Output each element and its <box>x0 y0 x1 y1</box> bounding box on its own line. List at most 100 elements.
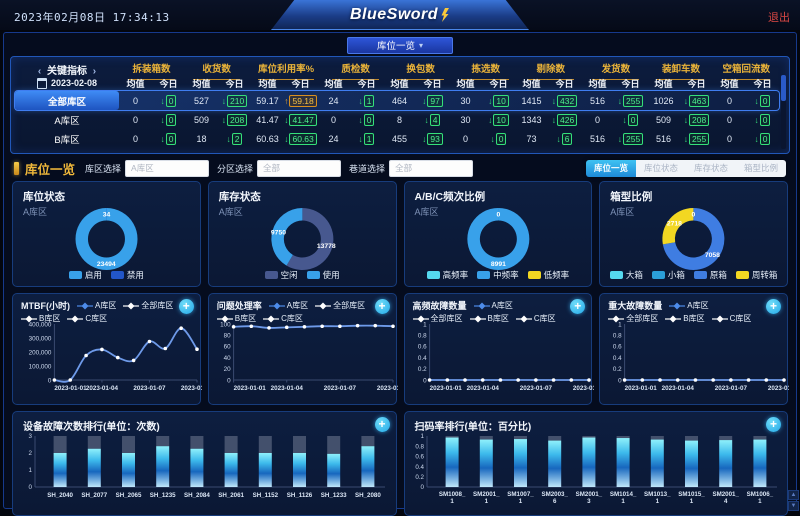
legend-item[interactable]: 中频率 <box>477 269 519 281</box>
avg-value: 73 <box>515 134 548 144</box>
legend-item[interactable]: A库区 <box>77 300 116 311</box>
selector-input[interactable]: A库区 <box>125 160 209 177</box>
indicator-row-A库区[interactable]: A库区0↓0509↓20841.47↓41.470↓08↓430↓101343↓… <box>15 110 779 129</box>
logo-text: BlueSword <box>350 6 438 24</box>
legend-item[interactable]: 空闲 <box>265 269 298 281</box>
svg-text:2023-01-07: 2023-01-07 <box>133 385 166 392</box>
table-scrollbar[interactable] <box>781 75 786 149</box>
legend-item[interactable]: 全部库区 <box>315 300 365 311</box>
today-badge: 0 <box>760 133 771 145</box>
today-badge: 0 <box>364 114 375 126</box>
today-label: 今日 <box>350 77 383 90</box>
svg-text:0: 0 <box>423 377 427 384</box>
svg-text:2: 2 <box>29 450 33 457</box>
today-label: 今日 <box>680 77 713 90</box>
arrow-down-icon: ↓ <box>161 96 165 106</box>
bar-panel-device-fault-rank: 设备故障次数排行(单位：次数)+0123SH_2040SH_2077SH_206… <box>12 411 397 516</box>
legend-item[interactable]: 周转箱 <box>736 269 778 281</box>
indicator-row-全部库区[interactable]: 全部库区0↓0527↓21059.17↑59.1824↓1464↓9730↓10… <box>15 91 779 110</box>
next-icon[interactable]: › <box>90 66 99 77</box>
legend-swatch <box>528 271 541 279</box>
today-badge: 2 <box>232 133 243 145</box>
svg-text:2023-01-10: 2023-01-10 <box>768 385 789 392</box>
legend-item[interactable]: A库区 <box>269 300 308 311</box>
today-badge: 463 <box>689 95 709 107</box>
scrollbar-thumb[interactable] <box>781 75 786 101</box>
expand-button[interactable]: + <box>179 299 194 314</box>
logout-button[interactable]: 退出 <box>768 9 790 25</box>
avg-value: 1415 <box>515 96 548 106</box>
legend-label: 周转箱 <box>752 269 778 281</box>
arrow-down-icon: ↓ <box>227 134 231 144</box>
today-badge: 255 <box>623 133 643 145</box>
legend-item[interactable]: 使用 <box>307 269 340 281</box>
expand-button[interactable]: + <box>375 417 390 432</box>
legend-item[interactable]: A库区 <box>474 300 513 311</box>
indicators-header-row: ‹ 关键指标 ›拆装箱数收货数库位利用率%质检数换包数拣选数剔除数发货数装卸车数… <box>15 59 779 75</box>
svg-text:2718: 2718 <box>667 220 682 227</box>
today-label: 今日 <box>416 77 449 90</box>
arrow-down-icon: ↓ <box>359 96 363 106</box>
today-value: ↓0 <box>614 114 647 126</box>
prev-icon[interactable]: ‹ <box>35 66 44 77</box>
arrow-down-icon: ↓ <box>161 115 165 125</box>
svg-text:2023-01-04: 2023-01-04 <box>466 385 499 392</box>
today-value: ↓1 <box>350 133 383 145</box>
indicator-cell: 516↓255 <box>581 95 647 107</box>
indicator-cell: 41.47↓41.47 <box>251 114 317 126</box>
scroll-up-arrow[interactable]: ▲ <box>788 490 799 500</box>
legend-item[interactable]: 全部库区 <box>123 300 173 311</box>
svg-text:SH_2061: SH_2061 <box>218 492 244 499</box>
selector-input[interactable]: 全部 <box>257 160 341 177</box>
legend-item[interactable]: A库区 <box>669 300 708 311</box>
svg-text:300,000: 300,000 <box>29 335 52 342</box>
legend-item[interactable]: 高频率 <box>427 269 469 281</box>
legend-item[interactable]: 禁用 <box>111 269 144 281</box>
donut-legend: 启用禁用 <box>13 269 200 281</box>
indicator-cell: 0↓0 <box>581 114 647 126</box>
legend-label: A库区 <box>492 300 513 311</box>
legend-item[interactable]: 低频率 <box>528 269 570 281</box>
indicator-cell: 73↓6 <box>515 133 581 145</box>
legend-swatch <box>265 271 278 279</box>
date-picker[interactable]: 2023-02-08 <box>15 78 119 89</box>
legend-item[interactable]: 原箱 <box>694 269 727 281</box>
section-marker-icon <box>14 162 19 175</box>
svg-text:34: 34 <box>103 212 111 219</box>
expand-button[interactable]: + <box>766 299 781 314</box>
subheader-cell: 均值今日 <box>515 77 581 90</box>
legend-item[interactable]: 小箱 <box>652 269 685 281</box>
today-badge: 41.47 <box>289 114 316 126</box>
selector-label: 巷道选择 <box>349 162 385 175</box>
indicator-cell: 0↓0 <box>317 114 383 126</box>
avg-value: 30 <box>449 96 482 106</box>
svg-text:100: 100 <box>220 321 231 328</box>
svg-text:6: 6 <box>552 498 556 505</box>
today-badge: 10 <box>493 114 508 126</box>
legend-item[interactable]: 大箱 <box>610 269 643 281</box>
indicator-cell: 59.17↑59.18 <box>251 95 317 107</box>
datetime: 2023年02月08日 17:34:13 <box>14 9 170 25</box>
svg-text:0: 0 <box>618 377 622 384</box>
selector-input[interactable]: 全部 <box>389 160 473 177</box>
legend-item[interactable]: 启用 <box>69 269 102 281</box>
arrow-down-icon: ↓ <box>618 96 622 106</box>
view-selector-button[interactable]: 库位一览 ▾ <box>347 37 453 54</box>
svg-text:SH_1233: SH_1233 <box>321 492 347 499</box>
expand-button[interactable]: + <box>375 299 390 314</box>
panel-title: 重大故障数量 <box>608 299 662 312</box>
avg-value: 24 <box>317 96 350 106</box>
scroll-down-arrow[interactable]: ▼ <box>788 501 799 511</box>
segment-button-2[interactable]: 库位状态 <box>636 160 686 177</box>
segment-button-3[interactable]: 库存状态 <box>686 160 736 177</box>
avg-value: 24 <box>317 134 350 144</box>
main-container: 库位一览 ▾ ‹ 关键指标 ›拆装箱数收货数库位利用率%质检数换包数拣选数剔除数… <box>3 32 797 509</box>
indicator-row-B库区[interactable]: B库区0↓018↓260.63↓60.6324↓1455↓930↓073↓651… <box>15 129 779 148</box>
indicator-cell: 509↓208 <box>185 114 251 126</box>
segment-button-1[interactable]: 库位一览 <box>586 160 636 177</box>
selector-label: 库区选择 <box>85 162 121 175</box>
expand-button[interactable]: + <box>766 417 781 432</box>
legend-marker-icon <box>474 302 490 310</box>
svg-text:SH_2080: SH_2080 <box>355 492 381 499</box>
segment-button-4[interactable]: 箱型比例 <box>736 160 786 177</box>
